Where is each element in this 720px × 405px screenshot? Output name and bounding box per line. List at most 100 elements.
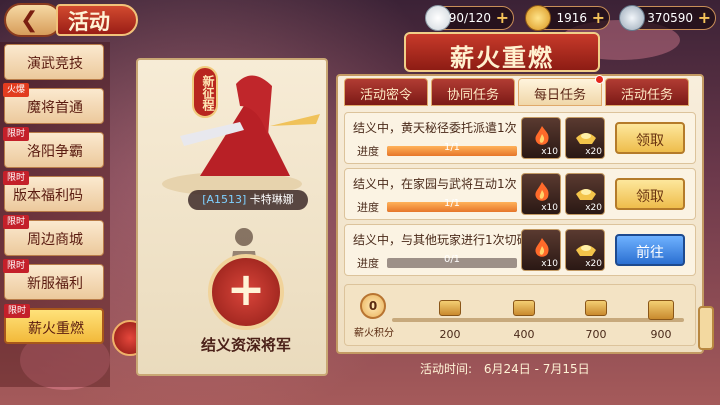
go-label: 前往 bbox=[636, 245, 664, 261]
reward-count: x20 bbox=[585, 203, 602, 213]
chest-icon bbox=[585, 300, 607, 316]
recruit-label: 结义资深将军 bbox=[200, 336, 291, 354]
hero-name: 卡特琳娜 bbox=[249, 193, 294, 206]
milestone-chest[interactable]: 900 bbox=[643, 300, 679, 341]
milestone-chest[interactable]: 700 bbox=[578, 300, 614, 341]
event-title-banner: 薪火重燃 bbox=[404, 32, 600, 72]
claim-button[interactable]: 领取 bbox=[615, 178, 685, 210]
limited-tag: 限时 bbox=[3, 127, 30, 141]
chest-icon bbox=[513, 300, 535, 316]
score-badge: 0 bbox=[360, 293, 386, 319]
reward-count: x10 bbox=[541, 147, 558, 157]
add-general-button[interactable]: + bbox=[208, 254, 284, 330]
notification-dot bbox=[595, 75, 604, 84]
reward-fire[interactable]: x10 bbox=[521, 173, 561, 215]
fire-icon bbox=[535, 126, 549, 145]
reward-count: x20 bbox=[585, 259, 602, 269]
tab-event[interactable]: 活动任务 bbox=[605, 78, 689, 106]
claim-label: 领取 bbox=[636, 133, 664, 149]
reward-gold[interactable]: x20 bbox=[565, 173, 605, 215]
event-time-label: 活动时间: bbox=[420, 362, 473, 376]
hot-tag: 火爆 bbox=[3, 83, 30, 97]
rice-bowl-icon bbox=[425, 5, 451, 31]
claim-button[interactable]: 领取 bbox=[615, 122, 685, 154]
score-value: 0 bbox=[368, 299, 378, 313]
milestone-chest[interactable]: 400 bbox=[506, 300, 542, 341]
silver-coin-icon bbox=[619, 5, 645, 31]
silver-value: 370590 bbox=[647, 11, 693, 25]
task-desc: 结义中，与其他玩家进行1次切磋 bbox=[353, 233, 529, 247]
silver-plus-button[interactable]: + bbox=[698, 8, 711, 27]
tab-label: 每日任务 bbox=[533, 88, 586, 103]
reward-fire[interactable]: x10 bbox=[521, 229, 561, 271]
sidebar-item-label: 演武竞技 bbox=[27, 56, 83, 72]
sidebar-item-label: 魔将首通 bbox=[27, 100, 83, 116]
gold-value: 1916 bbox=[556, 11, 587, 25]
tab-daily[interactable]: 每日任务 bbox=[518, 75, 604, 106]
tab-label: 活动任务 bbox=[620, 88, 673, 103]
gold-ingot-icon bbox=[576, 133, 596, 144]
progress-text: 1/1 bbox=[443, 142, 461, 153]
resource-silver: 370590 + bbox=[619, 5, 716, 31]
gold-ingot-icon bbox=[576, 189, 596, 200]
event-time-range: 6月24日 - 7月15日 bbox=[483, 362, 590, 376]
reward-gold[interactable]: x20 bbox=[565, 117, 605, 159]
sidebar-item-label: 洛阳争霸 bbox=[27, 144, 83, 160]
back-arrow-icon: ❮ bbox=[20, 8, 39, 33]
sidebar-item-shop[interactable]: 限时 周边商城 bbox=[3, 215, 104, 256]
progress-label: 进度 bbox=[357, 257, 379, 270]
task-desc: 结义中，黄天秘径委托派遣1次 bbox=[353, 121, 517, 135]
stamina-plus-button[interactable]: + bbox=[496, 8, 509, 27]
chest-icon bbox=[439, 300, 461, 316]
milestone-value: 700 bbox=[585, 328, 607, 341]
back-button[interactable]: ❮ bbox=[4, 3, 62, 37]
task-row: 结义中，黄天秘径委托派遣1次 进度 1/1 x10 x20 领取 bbox=[344, 112, 696, 164]
resource-stamina: 90/120 + bbox=[425, 5, 514, 31]
score-label: 薪火积分 bbox=[354, 328, 394, 339]
milestone-chest[interactable]: 200 bbox=[432, 300, 468, 341]
gold-plus-button[interactable]: + bbox=[592, 8, 605, 27]
limited-tag: 限时 bbox=[3, 259, 30, 273]
milestone-value: 900 bbox=[650, 328, 672, 341]
milestone-value: 200 bbox=[439, 328, 461, 341]
chest-icon bbox=[648, 300, 674, 320]
reward-gold[interactable]: x20 bbox=[565, 229, 605, 271]
top-bar: ❮ 活动 90/120 + 1916 + 370590 + bbox=[0, 0, 720, 40]
reward-count: x20 bbox=[585, 147, 602, 157]
plus-icon: + bbox=[226, 262, 266, 316]
reward-count: x10 bbox=[541, 259, 558, 269]
event-time: 活动时间: 6月24日 - 7月15日 bbox=[420, 360, 590, 377]
sidebar-item-label: 版本福利码 bbox=[13, 188, 83, 204]
tab-label: 协同任务 bbox=[446, 88, 499, 103]
progress-label: 进度 bbox=[357, 145, 379, 158]
sidebar-item-code[interactable]: 限时 版本福利码 bbox=[3, 171, 104, 212]
event-title: 薪火重燃 bbox=[450, 44, 554, 72]
reward-count: x10 bbox=[541, 203, 558, 213]
sidebar-item-label: 薪火重燃 bbox=[28, 321, 84, 337]
page-title-ribbon: 活动 bbox=[56, 4, 138, 36]
task-row: 结义中，与其他玩家进行1次切磋 进度 0/1 x10 x20 前往 bbox=[344, 224, 696, 276]
progress-label: 进度 bbox=[357, 201, 379, 214]
progress-text: 1/1 bbox=[443, 198, 461, 209]
tab-activity-code[interactable]: 活动密令 bbox=[344, 78, 428, 106]
page-title: 活动 bbox=[68, 10, 110, 34]
tab-cooperative[interactable]: 协同任务 bbox=[431, 78, 515, 106]
gold-ingot-icon bbox=[576, 245, 596, 256]
sidebar-item-mojiang[interactable]: 火爆 魔将首通 bbox=[3, 83, 104, 124]
reward-fire[interactable]: x10 bbox=[521, 117, 561, 159]
gold-ingot-icon bbox=[525, 5, 551, 31]
sidebar-item-label: 周边商城 bbox=[27, 232, 83, 248]
task-row: 结义中，在家园与武将互动1次 进度 1/1 x10 x20 领取 bbox=[344, 168, 696, 220]
sidebar-item-yanwu[interactable]: 演武竞技 bbox=[4, 44, 104, 80]
limited-tag: 限时 bbox=[4, 304, 31, 318]
hero-name-bar: [A1513] 卡特琳娜 bbox=[188, 190, 308, 210]
resource-gold: 1916 + bbox=[525, 5, 610, 31]
scroll-handle[interactable] bbox=[698, 306, 714, 350]
go-button[interactable]: 前往 bbox=[615, 234, 685, 266]
sidebar-item-newserver[interactable]: 限时 新服福利 bbox=[3, 259, 104, 300]
milestone-value: 400 bbox=[513, 328, 535, 341]
progress-text: 0/1 bbox=[443, 254, 461, 265]
hero-code: [A1513] bbox=[202, 193, 247, 206]
sidebar-item-luoyang[interactable]: 限时 洛阳争霸 bbox=[3, 127, 104, 168]
sidebar-item-xinhuo[interactable]: 限时 薪火重燃 bbox=[4, 304, 104, 344]
